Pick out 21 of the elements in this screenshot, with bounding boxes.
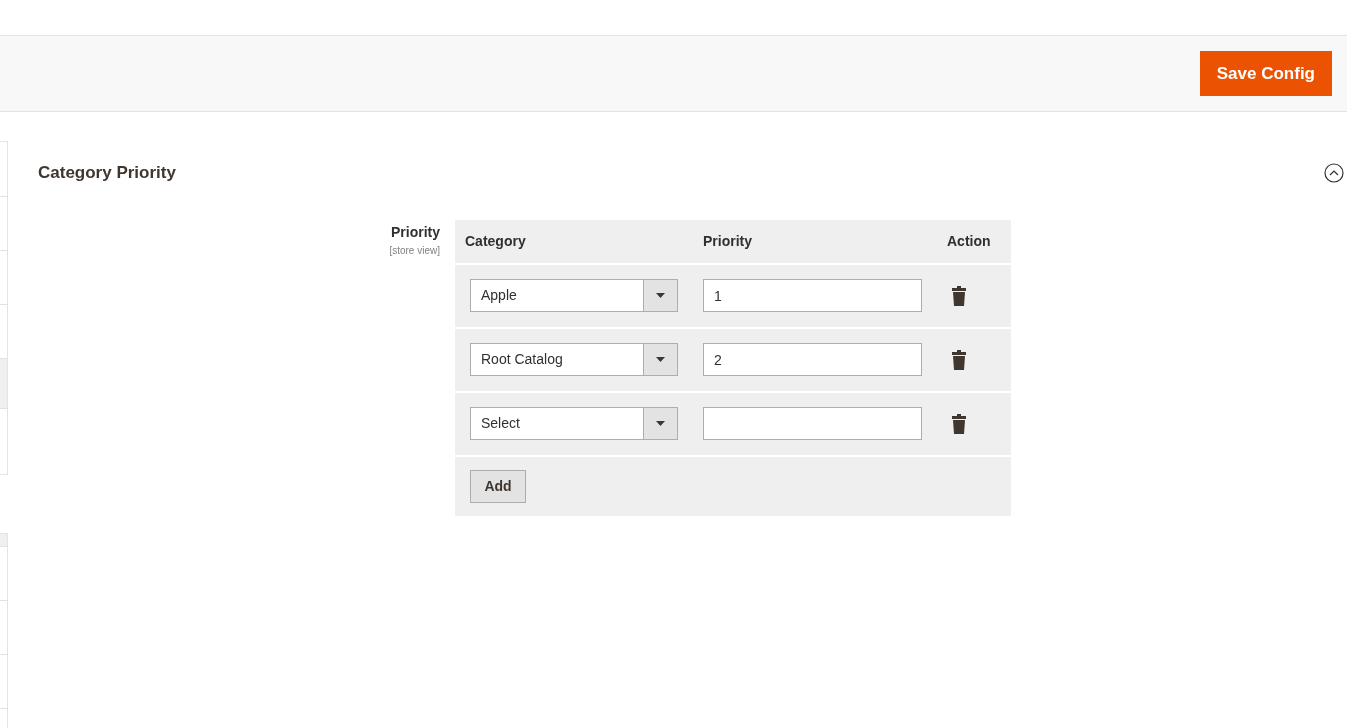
add-button[interactable]: Add (470, 469, 526, 503)
section-title: Category Priority (38, 162, 176, 184)
trash-icon[interactable] (951, 349, 967, 370)
priority-input[interactable]: 2 (703, 343, 922, 376)
trash-icon[interactable] (951, 285, 967, 306)
trash-icon[interactable] (951, 413, 967, 434)
column-header: Action (946, 231, 991, 251)
save-config-button[interactable]: Save Config (1199, 51, 1332, 96)
collapse-icon[interactable] (1324, 162, 1344, 183)
scope-label: [store view] (389, 243, 440, 258)
caret-icon (656, 293, 665, 298)
category-select[interactable]: Apple (470, 279, 678, 312)
column-header: Category (464, 231, 527, 251)
field-label: Priority (391, 222, 440, 242)
caret-icon (656, 357, 665, 362)
caret-icon (656, 421, 665, 426)
category-select[interactable]: Select (470, 407, 678, 440)
priority-input[interactable]: 1 (703, 279, 922, 312)
column-header: Priority (702, 231, 753, 251)
priority-input[interactable] (703, 407, 922, 440)
category-select[interactable]: Root Catalog (470, 343, 678, 376)
